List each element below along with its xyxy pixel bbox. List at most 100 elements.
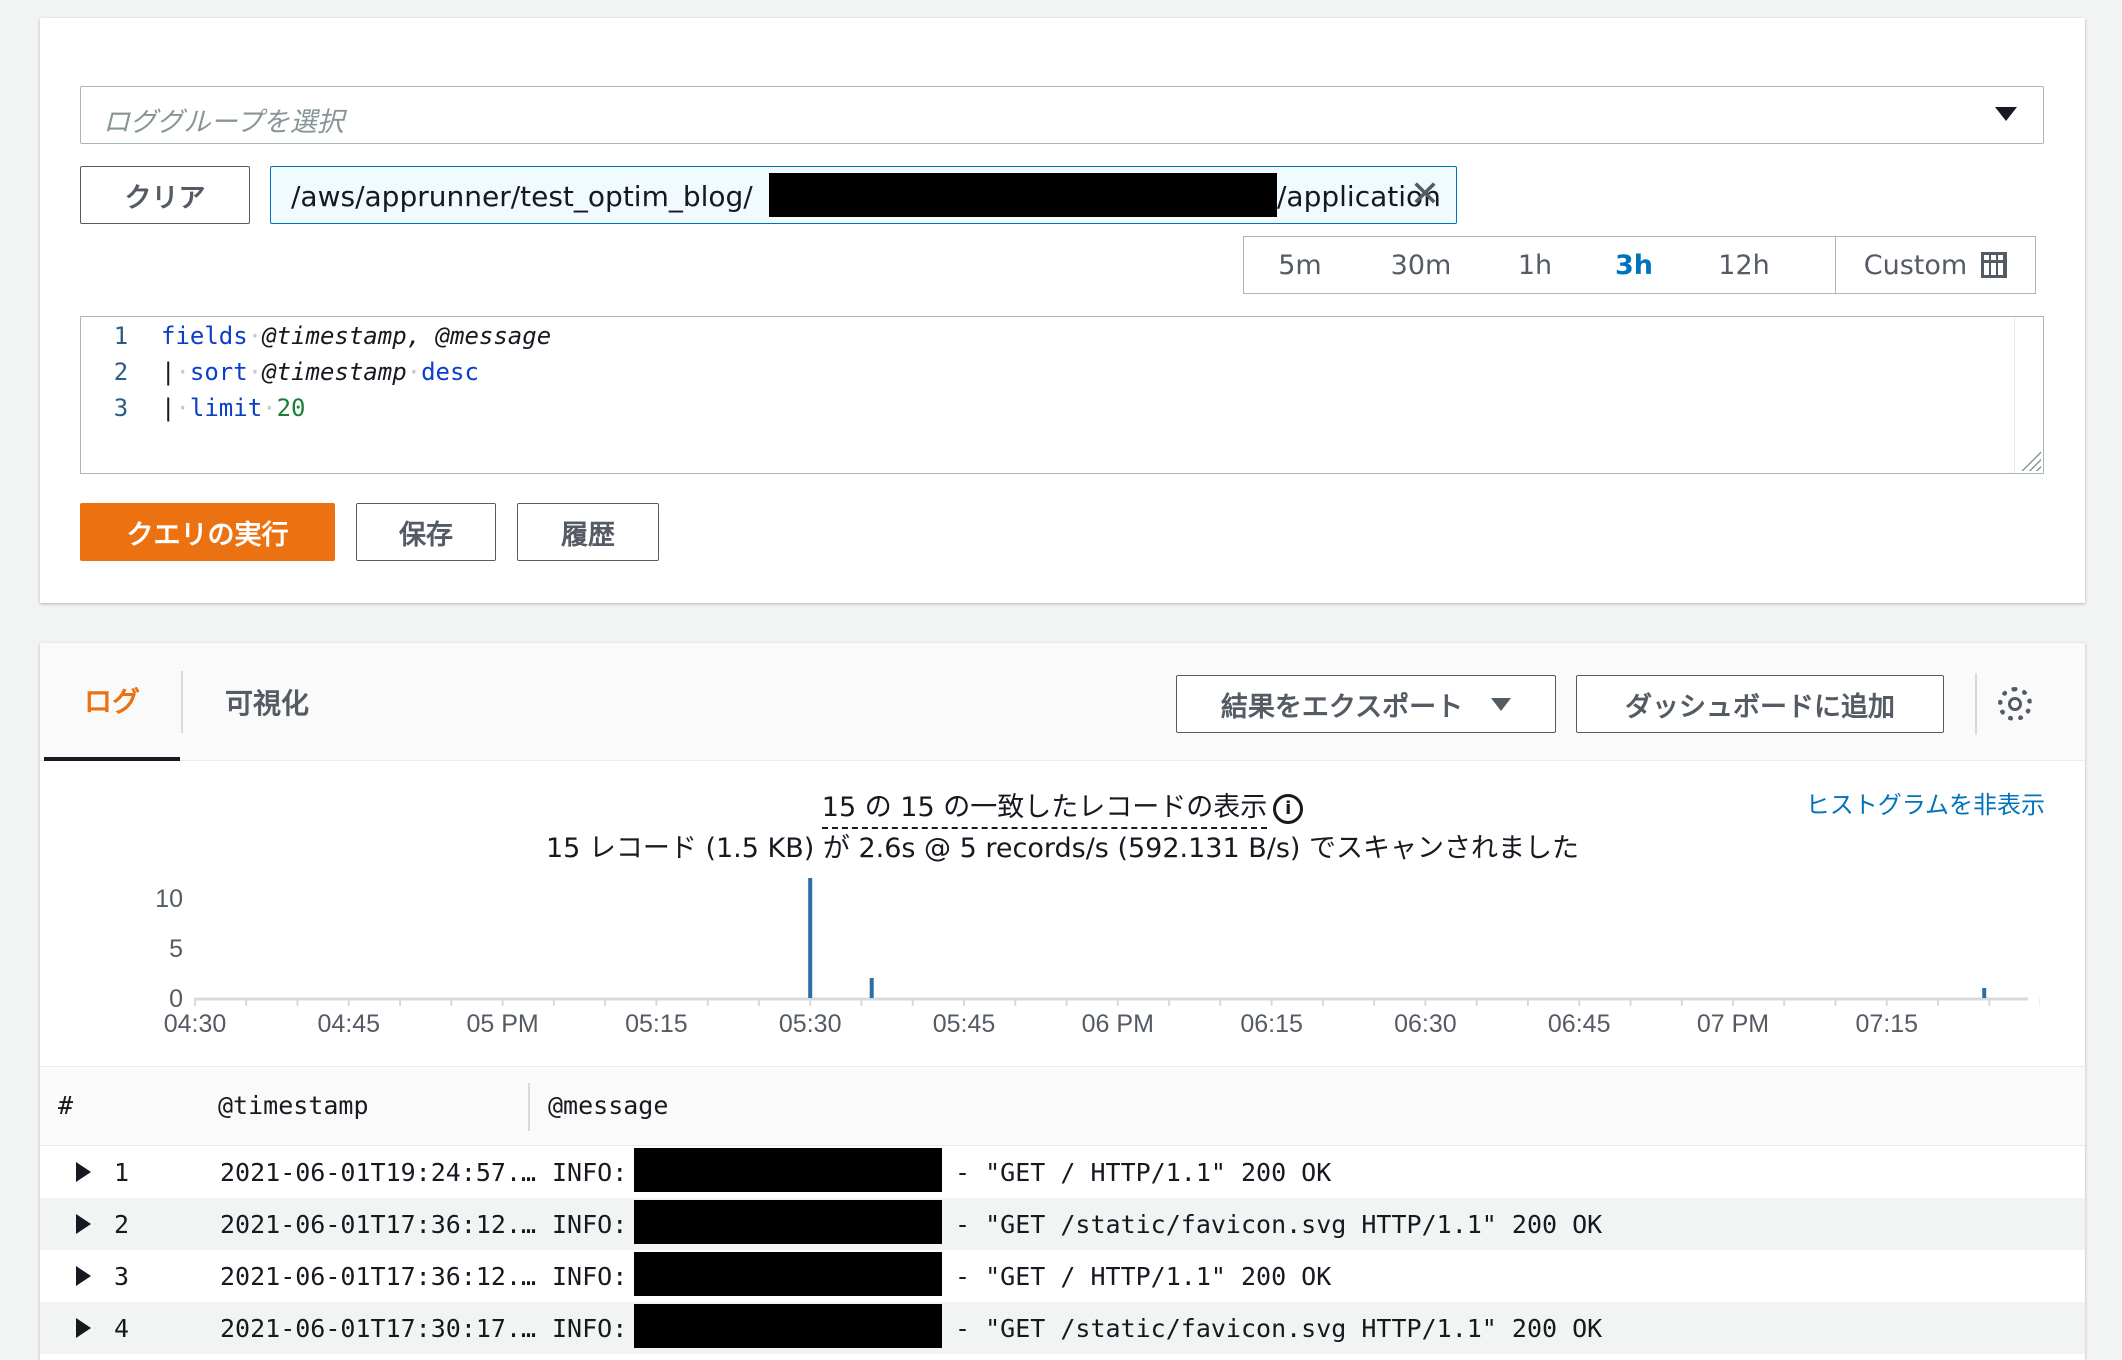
info-icon[interactable]: i	[1273, 793, 1304, 824]
line-number: 2	[113, 358, 129, 386]
row-message: - "GET /static/favicon.svg HTTP/1.1" 200…	[955, 1314, 1603, 1343]
x-tick-label: 07:15	[1856, 1010, 1919, 1038]
row-number: 4	[114, 1314, 130, 1343]
row-timestamp: 2021-06-01T17:36:12.…	[220, 1262, 537, 1291]
x-tick-label: 04:45	[318, 1010, 381, 1038]
y-tick-label: 0	[169, 985, 183, 1013]
x-tick-label: 05:15	[625, 1010, 688, 1038]
results-panel: ログ 可視化 結果をエクスポート ダッシュボードに追加 15 の 15 の一致し…	[40, 643, 2085, 1360]
results-tabbar: ログ 可視化 結果をエクスポート ダッシュボードに追加	[40, 643, 2085, 761]
code-line: 2 |·sort·@timestamp·desc	[81, 354, 479, 390]
x-tick-label: 06:30	[1394, 1010, 1457, 1038]
column-header-number: #	[58, 1091, 74, 1120]
expand-row-icon[interactable]	[76, 1214, 91, 1234]
expand-row-icon[interactable]	[76, 1318, 91, 1338]
x-tick-label: 05 PM	[466, 1010, 538, 1038]
gear-icon[interactable]	[1998, 687, 2032, 721]
histogram-bar	[1982, 988, 1987, 998]
run-query-button[interactable]: クエリの実行	[80, 503, 335, 561]
expand-row-icon[interactable]	[76, 1162, 91, 1182]
time-range-custom[interactable]: Custom	[1835, 237, 2035, 293]
table-row[interactable]: 2 2021-06-01T17:36:12.… INFO: - "GET /st…	[40, 1198, 2085, 1250]
save-button[interactable]: 保存	[356, 503, 496, 561]
custom-label: Custom	[1863, 249, 1968, 281]
x-tick-label: 05:30	[779, 1010, 842, 1038]
code-fields: @timestamp, @message	[262, 322, 552, 350]
add-to-dashboard-button[interactable]: ダッシュボードに追加	[1576, 675, 1944, 733]
row-level: INFO:	[552, 1314, 628, 1343]
line-number: 3	[113, 394, 129, 422]
code-pipe: |	[161, 394, 176, 422]
log-group-select[interactable]: ロググループを選択	[80, 86, 2044, 144]
row-level: INFO:	[552, 1158, 628, 1187]
x-tick-label: 04:30	[164, 1010, 227, 1038]
x-tick-label: 05:45	[933, 1010, 996, 1038]
time-range-3h[interactable]: 3h	[1584, 237, 1684, 293]
row-number: 3	[114, 1262, 130, 1291]
export-results-button[interactable]: 結果をエクスポート	[1176, 675, 1556, 733]
code-keyword: sort	[189, 358, 248, 386]
scan-summary: 15 レコード (1.5 KB) が 2.6s @ 5 records/s (5…	[545, 833, 1580, 864]
code-line: 1 fields·@timestamp, @message	[81, 318, 551, 354]
y-tick-label: 5	[169, 935, 183, 963]
caret-down-icon	[1491, 697, 1512, 711]
table-row[interactable]: 4 2021-06-01T17:30:17.… INFO: - "GET /st…	[40, 1302, 2085, 1354]
table-row[interactable]: 1 2021-06-01T19:24:57.… INFO: - "GET / H…	[40, 1146, 2085, 1198]
x-tick-label: 07 PM	[1697, 1010, 1769, 1038]
log-group-token-prefix: /aws/apprunner/test_optim_blog/	[291, 180, 753, 213]
time-range-12h[interactable]: 12h	[1684, 237, 1804, 293]
code-line: 3 |·limit·20	[81, 390, 306, 426]
caret-down-icon	[1995, 107, 2017, 121]
records-summary: 15 の 15 の一致したレコードの表示 i	[40, 785, 2085, 829]
expand-row-icon[interactable]	[76, 1266, 91, 1286]
code-number: 20	[276, 394, 306, 422]
row-message: - "GET /static/favicon.svg HTTP/1.1" 200…	[955, 1210, 1603, 1239]
history-button[interactable]: 履歴	[517, 503, 659, 561]
code-pipe: |	[161, 358, 176, 386]
column-header-timestamp[interactable]: @timestamp	[218, 1091, 369, 1120]
column-divider	[528, 1083, 530, 1131]
y-tick-label: 10	[155, 885, 183, 913]
resize-handle-icon[interactable]	[2019, 449, 2041, 471]
x-tick-label: 06 PM	[1082, 1010, 1154, 1038]
code-field: @timestamp	[262, 358, 407, 386]
divider	[1975, 673, 1977, 735]
export-label: 結果をエクスポート	[1220, 691, 1464, 723]
histogram-bar	[869, 978, 874, 998]
row-timestamp: 2021-06-01T19:24:57.…	[220, 1158, 537, 1187]
tab-visualization[interactable]: 可視化	[182, 643, 352, 761]
redacted-block	[634, 1148, 942, 1192]
records-matched-text: 15 の 15 の一致したレコードの表示	[821, 792, 1268, 829]
row-level: INFO:	[552, 1262, 628, 1291]
redacted-block	[769, 173, 1277, 217]
histogram-bar	[808, 878, 813, 998]
row-message: - "GET / HTTP/1.1" 200 OK	[955, 1158, 1332, 1187]
time-range-1h[interactable]: 1h	[1486, 237, 1584, 293]
query-editor[interactable]: 1 fields·@timestamp, @message 2 |·sort·@…	[80, 316, 2044, 474]
code-keyword: fields	[161, 322, 248, 350]
row-timestamp: 2021-06-01T17:36:12.…	[220, 1210, 537, 1239]
hide-histogram-link[interactable]: ヒストグラムを非表示	[1806, 785, 2045, 820]
x-tick-label: 06:45	[1548, 1010, 1611, 1038]
redacted-block	[634, 1252, 942, 1296]
x-tick-label: 06:15	[1240, 1010, 1303, 1038]
tab-logs[interactable]: ログ	[44, 643, 180, 761]
calendar-icon	[1981, 252, 2008, 278]
row-number: 1	[114, 1158, 130, 1187]
row-message: - "GET / HTTP/1.1" 200 OK	[955, 1262, 1332, 1291]
editor-scrollbar-track	[2014, 317, 2015, 473]
code-keyword: desc	[421, 358, 479, 386]
results-table-header: # @timestamp @message	[40, 1066, 2085, 1146]
clear-button[interactable]: クリア	[80, 166, 250, 224]
code-keyword: limit	[189, 394, 263, 422]
table-row[interactable]: 3 2021-06-01T17:36:12.… INFO: - "GET / H…	[40, 1250, 2085, 1302]
time-range-30m[interactable]: 30m	[1356, 237, 1486, 293]
time-range-5m[interactable]: 5m	[1244, 237, 1356, 293]
log-histogram: 04:30 04:45 05 PM 05:15 05:30 05:45 06 PM 06:15…	[155, 878, 2040, 1038]
selected-log-group-token: /aws/apprunner/test_optim_blog/ /applica…	[270, 166, 1457, 224]
close-icon[interactable]: ✕	[1408, 176, 1442, 214]
column-header-message[interactable]: @message	[548, 1091, 668, 1120]
log-group-placeholder: ロググループを選択	[103, 107, 344, 138]
redacted-block	[634, 1200, 942, 1244]
row-number: 2	[114, 1210, 130, 1239]
